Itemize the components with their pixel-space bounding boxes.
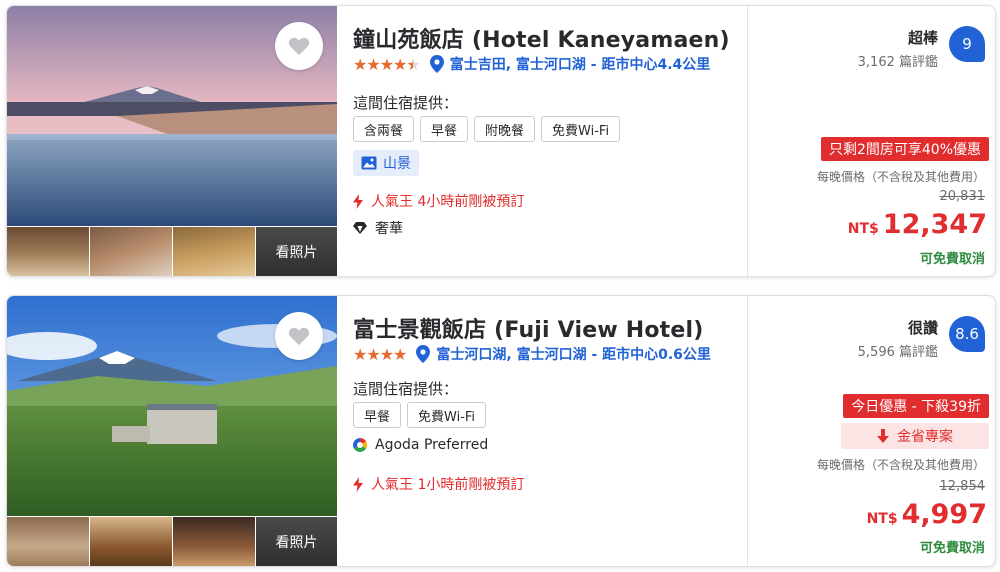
star-icon: ★ bbox=[366, 344, 380, 364]
location-pin-icon bbox=[429, 55, 444, 73]
review-word: 超棒 bbox=[907, 29, 938, 47]
thumbnail-photo[interactable] bbox=[7, 517, 89, 566]
popularity-text: 人氣王 1小時前剛被預訂 bbox=[371, 477, 525, 493]
hotel-card[interactable]: 看照片 富士景觀飯店 (Fuji View Hotel) ★ ★ ★ ★ 富士河… bbox=[6, 295, 996, 567]
current-price[interactable]: NT$ 4,997 bbox=[867, 499, 987, 530]
star-rating: ★ ★ ★ ★ ★ bbox=[353, 54, 421, 74]
rating-location-row: ★ ★ ★ ★ 富士河口湖, 富士河口湖 - 距市中心0.6公里 bbox=[353, 344, 711, 364]
popularity-note: 人氣王 1小時前剛被預訂 bbox=[353, 474, 524, 494]
free-cancellation: 可免費取消 bbox=[919, 252, 985, 267]
review-count[interactable]: 3,162 篇評鑑 bbox=[858, 51, 938, 70]
popularity-text: 人氣王 4小時前剛被預訂 bbox=[371, 194, 525, 210]
thumbnail-photo[interactable] bbox=[173, 227, 255, 276]
rating-location-row: ★ ★ ★ ★ ★ 富士吉田, 富士河口湖 - 距市中心4.4公里 bbox=[353, 54, 710, 74]
offers-label: 這間住宿提供： bbox=[353, 380, 459, 398]
agoda-preferred-text: Agoda Preferred bbox=[375, 437, 489, 453]
thumbnail-photo[interactable] bbox=[90, 227, 172, 276]
amenity-chip: 早餐 bbox=[420, 116, 469, 142]
review-word: 很讚 bbox=[907, 319, 938, 337]
lightning-icon bbox=[353, 193, 363, 209]
hotel-gallery[interactable]: 看照片 bbox=[7, 6, 337, 276]
half-star-icon: ★ bbox=[406, 54, 420, 74]
price-note: 每晚價格（不含稅及其他費用） bbox=[816, 170, 985, 184]
review-count[interactable]: 5,596 篇評鑑 bbox=[858, 341, 938, 360]
thumbnail-photo[interactable] bbox=[173, 517, 255, 566]
price-panel: 很讚 5,596 篇評鑑 8.6 今日優惠 - 下殺39折 金省專案 每晚價格（… bbox=[748, 296, 995, 566]
amenity-list: 早餐 免費Wi-Fi bbox=[353, 402, 492, 428]
amenity-chip: 免費Wi-Fi bbox=[541, 116, 621, 142]
category-note: 奢華 bbox=[353, 218, 403, 238]
photo-thumbnails: 看照片 bbox=[7, 227, 337, 276]
price-amount: 4,997 bbox=[901, 499, 987, 530]
amenity-list: 含兩餐 早餐 附晚餐 免費Wi-Fi bbox=[353, 116, 626, 142]
deal-badge: 只剩2間房可享40%優惠 bbox=[820, 137, 989, 161]
secret-deal-text: 金省專案 bbox=[897, 429, 953, 445]
amenity-chip: 附晚餐 bbox=[474, 116, 536, 142]
hotel-gallery[interactable]: 看照片 bbox=[7, 296, 337, 566]
price-amount: 12,347 bbox=[882, 209, 987, 240]
star-icon: ★ bbox=[379, 344, 394, 364]
hotel-location-link[interactable]: 富士河口湖, 富士河口湖 - 距市中心0.6公里 bbox=[436, 344, 711, 364]
star-icon: ★ bbox=[366, 54, 380, 74]
hotel-info: 鐘山苑飯店 (Hotel Kaneyamaen) ★ ★ ★ ★ ★ 富士吉田,… bbox=[353, 6, 743, 276]
arrow-down-icon bbox=[877, 429, 889, 443]
free-cancellation: 可免費取消 bbox=[919, 541, 985, 556]
favorite-button[interactable] bbox=[275, 312, 323, 360]
favorite-button[interactable] bbox=[275, 22, 323, 70]
deal-badge: 今日優惠 - 下殺39折 bbox=[843, 394, 989, 418]
price-panel: 超棒 3,162 篇評鑑 9 只剩2間房可享40%優惠 每晚價格（不含稅及其他費… bbox=[748, 6, 995, 276]
agoda-preferred: Agoda Preferred bbox=[353, 437, 488, 453]
hotel-info: 富士景觀飯店 (Fuji View Hotel) ★ ★ ★ ★ 富士河口湖, … bbox=[353, 296, 743, 566]
location-pin-icon bbox=[416, 345, 431, 363]
diamond-icon bbox=[353, 222, 367, 234]
popularity-note: 人氣王 4小時前剛被預訂 bbox=[353, 191, 524, 211]
thumbnail-photo[interactable] bbox=[7, 227, 89, 276]
star-icon: ★ bbox=[393, 54, 407, 74]
view-tag: 山景 bbox=[353, 150, 419, 176]
see-photos-button[interactable]: 看照片 bbox=[256, 227, 337, 276]
see-photos-label: 看照片 bbox=[275, 244, 318, 261]
amenity-chip: 免費Wi-Fi bbox=[407, 402, 487, 428]
original-price: 20,831 bbox=[939, 189, 986, 204]
hotel-name[interactable]: 鐘山苑飯店 (Hotel Kaneyamaen) bbox=[353, 22, 730, 54]
see-photos-button[interactable]: 看照片 bbox=[256, 517, 337, 566]
review-score-badge: 8.6 bbox=[949, 316, 985, 352]
category-text: 奢華 bbox=[375, 221, 403, 237]
secret-deal-badge: 金省專案 bbox=[841, 423, 989, 449]
original-price: 12,854 bbox=[939, 479, 986, 494]
offers-label: 這間住宿提供： bbox=[353, 94, 459, 112]
view-tag-label: 山景 bbox=[383, 156, 411, 172]
image-icon bbox=[361, 156, 377, 170]
current-price[interactable]: NT$ 12,347 bbox=[848, 209, 987, 240]
amenity-chip: 早餐 bbox=[353, 402, 402, 428]
heart-icon bbox=[288, 37, 310, 56]
currency-label: NT$ bbox=[847, 221, 879, 237]
see-photos-label: 看照片 bbox=[275, 534, 318, 551]
amenity-chip: 含兩餐 bbox=[353, 116, 415, 142]
lightning-icon bbox=[353, 476, 363, 492]
star-rating: ★ ★ ★ ★ bbox=[353, 344, 407, 364]
review-score-badge: 9 bbox=[949, 26, 985, 62]
price-note: 每晚價格（不含稅及其他費用） bbox=[816, 458, 985, 472]
star-icon: ★ bbox=[379, 54, 394, 74]
hotel-card[interactable]: 看照片 鐘山苑飯店 (Hotel Kaneyamaen) ★ ★ ★ ★ ★ 富… bbox=[6, 5, 996, 277]
star-icon: ★ bbox=[353, 344, 367, 364]
hotel-location-link[interactable]: 富士吉田, 富士河口湖 - 距市中心4.4公里 bbox=[450, 54, 711, 74]
thumbnail-photo[interactable] bbox=[90, 517, 172, 566]
agoda-preferred-icon bbox=[353, 438, 367, 452]
star-icon: ★ bbox=[393, 344, 407, 364]
photo-thumbnails: 看照片 bbox=[7, 517, 337, 566]
heart-icon bbox=[288, 327, 310, 346]
currency-label: NT$ bbox=[866, 511, 898, 527]
star-icon: ★ bbox=[353, 54, 367, 74]
hotel-name[interactable]: 富士景觀飯店 (Fuji View Hotel) bbox=[353, 312, 704, 344]
